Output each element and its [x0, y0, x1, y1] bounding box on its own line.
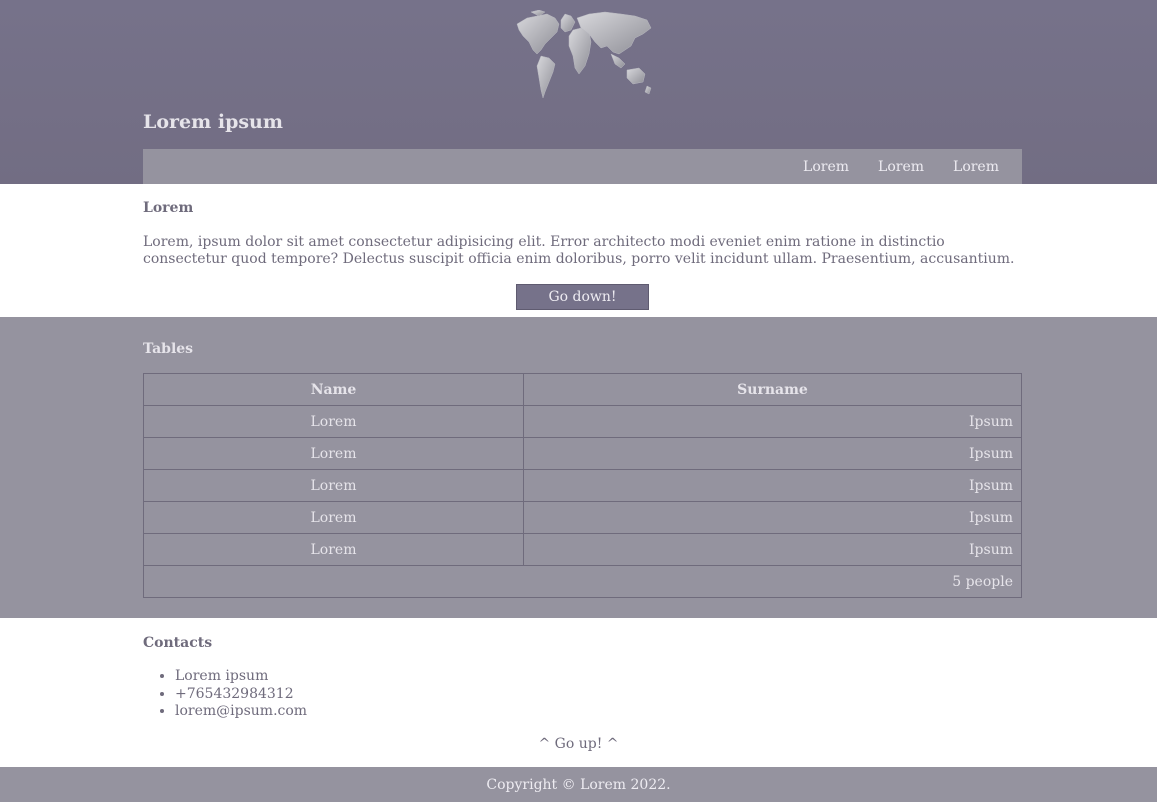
contact-name: Lorem ipsum	[175, 668, 307, 686]
contacts-section: Contacts Lorem ipsum +765432984312 lorem…	[0, 618, 1157, 767]
site-footer: Copyright © Lorem 2022.	[0, 767, 1157, 802]
column-header-surname: Surname	[523, 373, 1022, 406]
site-title: Lorem ipsum	[143, 111, 283, 133]
go-down-button[interactable]: Go down!	[516, 284, 649, 310]
cell-name: Lorem	[143, 469, 524, 502]
cell-name: Lorem	[143, 405, 524, 438]
table-header-row: Name Surname	[143, 373, 1022, 406]
intro-heading: Lorem	[143, 200, 194, 216]
tables-heading: Tables	[143, 341, 194, 357]
table-row: Lorem Ipsum	[143, 501, 1022, 534]
cell-surname: Ipsum	[523, 437, 1022, 470]
cell-surname: Ipsum	[523, 469, 1022, 502]
cell-name: Lorem	[143, 533, 524, 566]
nav-link-2[interactable]: Lorem	[878, 159, 924, 175]
cell-name: Lorem	[143, 501, 524, 534]
table-row: Lorem Ipsum	[143, 405, 1022, 438]
contact-phone: +765432984312	[175, 686, 307, 704]
table-row: Lorem Ipsum	[143, 469, 1022, 502]
table-footer-row: 5 people	[143, 565, 1022, 598]
people-table: Name Surname Lorem Ipsum Lorem Ipsum Lor…	[143, 373, 1022, 598]
world-map-icon	[516, 10, 652, 99]
main-navigation: Lorem Lorem Lorem	[143, 149, 1022, 184]
contacts-heading: Contacts	[143, 635, 213, 651]
cell-name: Lorem	[143, 437, 524, 470]
cell-surname: Ipsum	[523, 405, 1022, 438]
tables-section: Tables Name Surname Lorem Ipsum Lorem Ip…	[0, 317, 1157, 618]
copyright-text: Copyright © Lorem 2022.	[486, 776, 671, 793]
people-count: 5 people	[143, 565, 1022, 598]
cell-surname: Ipsum	[523, 533, 1022, 566]
nav-link-3[interactable]: Lorem	[953, 159, 999, 175]
cell-surname: Ipsum	[523, 501, 1022, 534]
contact-email: lorem@ipsum.com	[175, 703, 307, 721]
table-row: Lorem Ipsum	[143, 533, 1022, 566]
go-up-link[interactable]: ^ Go up! ^	[0, 736, 1157, 752]
contacts-list: Lorem ipsum +765432984312 lorem@ipsum.co…	[143, 668, 307, 721]
intro-section: Lorem Lorem, ipsum dolor sit amet consec…	[0, 184, 1157, 317]
table-row: Lorem Ipsum	[143, 437, 1022, 470]
intro-paragraph: Lorem, ipsum dolor sit amet consectetur …	[143, 234, 1015, 267]
column-header-name: Name	[143, 373, 524, 406]
nav-link-1[interactable]: Lorem	[803, 159, 849, 175]
site-header: Lorem ipsum Lorem Lorem Lorem	[0, 0, 1157, 184]
